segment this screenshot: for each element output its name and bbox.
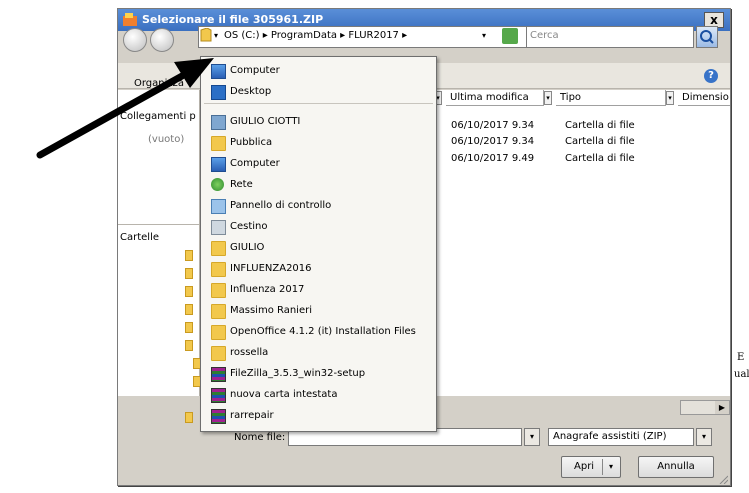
background-text: ual: [734, 369, 749, 380]
tree-folder-icon[interactable]: [185, 268, 193, 279]
menu-separator: [204, 103, 433, 104]
rar-archive-icon: [211, 409, 226, 424]
open-button[interactable]: Apri ▾: [561, 456, 621, 478]
network-icon: [211, 178, 224, 191]
background-text: E: [737, 352, 745, 363]
column-header-modified[interactable]: Ultima modifica: [446, 90, 544, 106]
search-button[interactable]: [696, 26, 718, 48]
file-row-date[interactable]: 06/10/2017 9.34: [451, 136, 534, 147]
address-dropdown-icon[interactable]: ▾: [482, 31, 486, 40]
tree-folder-icon[interactable]: [185, 250, 193, 261]
desktop-icon: [211, 85, 226, 100]
back-button[interactable]: [123, 28, 147, 52]
folder-icon: [211, 325, 226, 340]
folder-icon: [211, 136, 226, 151]
app-icon: [123, 13, 137, 26]
organizza-button[interactable]: Organizza: [134, 78, 184, 89]
cancel-button[interactable]: Annulla: [638, 456, 714, 478]
open-options-dropdown-icon[interactable]: ▾: [602, 459, 619, 475]
open-button-label: Apri: [574, 461, 595, 472]
column-sort-icon[interactable]: ▾: [544, 91, 552, 105]
rar-archive-icon: [211, 367, 226, 382]
folder-icon: [211, 262, 226, 277]
tree-folder-icon[interactable]: [185, 286, 193, 297]
favorite-links-empty: (vuoto): [148, 134, 185, 145]
column-header-size[interactable]: Dimensio: [678, 90, 730, 106]
tree-folder-icon[interactable]: [185, 340, 193, 351]
column-header-type[interactable]: Tipo: [556, 90, 666, 106]
favorite-links-header: Collegamenti p: [120, 111, 196, 122]
file-row-date[interactable]: 06/10/2017 9.34: [451, 120, 534, 131]
user-folder-icon: [211, 115, 226, 130]
refresh-button[interactable]: [502, 28, 518, 44]
folders-header[interactable]: Cartelle: [120, 232, 159, 243]
scroll-right-icon[interactable]: ▶: [715, 401, 729, 414]
resize-grip-icon[interactable]: [718, 474, 728, 484]
tree-folder-icon[interactable]: [185, 322, 193, 333]
computer-icon: [211, 64, 226, 79]
rar-archive-icon: [211, 388, 226, 403]
help-icon[interactable]: ?: [704, 69, 718, 83]
folder-icon: [211, 241, 226, 256]
forward-button[interactable]: [150, 28, 174, 52]
address-path[interactable]: OS (C:) ▸ ProgramData ▸ FLUR2017 ▸: [224, 30, 407, 41]
tree-folder-icon[interactable]: [185, 412, 193, 423]
file-row-type[interactable]: Cartella di file: [565, 136, 635, 147]
column-sort-icon[interactable]: ▾: [666, 91, 674, 105]
recycle-bin-icon: [211, 220, 226, 235]
address-folder-icon[interactable]: [200, 27, 212, 42]
file-type-filter[interactable]: Anagrafe assistiti (ZIP): [548, 428, 694, 446]
filename-label: Nome file:: [234, 432, 286, 443]
computer-icon: [211, 157, 226, 172]
search-icon: [700, 30, 714, 44]
dialog-title: Selezionare il file 305961.ZIP: [142, 13, 324, 26]
folder-icon: [211, 304, 226, 319]
file-row-type[interactable]: Cartella di file: [565, 153, 635, 164]
filter-dropdown-icon[interactable]: ▾: [696, 428, 712, 446]
file-row-date[interactable]: 06/10/2017 9.49: [451, 153, 534, 164]
search-placeholder: Cerca: [530, 30, 559, 41]
folder-icon: [211, 283, 226, 298]
file-row-type[interactable]: Cartella di file: [565, 120, 635, 131]
control-panel-icon: [211, 199, 226, 214]
address-history-dropdown[interactable]: ▾: [214, 31, 218, 40]
folder-icon: [211, 346, 226, 361]
filename-dropdown-icon[interactable]: ▾: [524, 428, 540, 446]
tree-folder-icon[interactable]: [185, 304, 193, 315]
pane-divider: [118, 224, 200, 225]
